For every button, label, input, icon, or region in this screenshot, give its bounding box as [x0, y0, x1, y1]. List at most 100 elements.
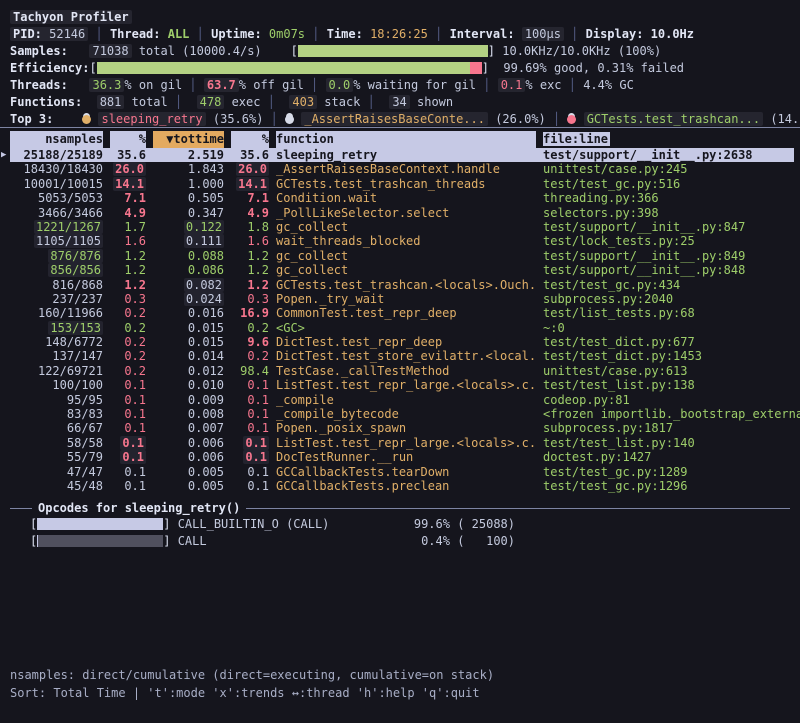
table-row[interactable]: 47/470.10.0050.1GCCallbackTests.tearDown…: [0, 465, 794, 479]
cell-fileline: selectors.py:398: [543, 206, 794, 220]
cell-fileline-value: test/support/__init__.py:848: [543, 263, 745, 277]
cell-function: TestCase._callTestMethod: [276, 364, 536, 378]
cell-nsamples-value: 122/69721: [38, 364, 103, 378]
cell-function-value: _PollLikeSelector.select: [276, 206, 449, 220]
cell-tottime: 0.088: [153, 249, 224, 263]
column-header-function[interactable]: function: [276, 131, 536, 148]
cell-function-value: TestCase._callTestMethod: [276, 364, 449, 378]
cell-tottime-value: 0.015: [188, 335, 224, 349]
table-row[interactable]: 876/8761.20.0881.2gc_collecttest/support…: [0, 249, 794, 263]
cell-pct-direct-value: 0.2: [124, 335, 146, 349]
opcode-name: CALL: [170, 534, 206, 548]
table-row[interactable]: 45/480.10.0050.1GCCallbackTests.preclean…: [0, 479, 794, 493]
opcode-row: [] CALL_BUILTIN_O (CALL)99.6% ( 25088): [10, 516, 790, 533]
table-row[interactable]: 153/1530.20.0150.2<GC>~:0: [0, 321, 794, 335]
table-row[interactable]: 10001/1001514.11.00014.1GCTests.test_tra…: [0, 177, 794, 191]
cell-pct-direct: 0.2: [110, 349, 146, 363]
cell-tottime-value: 0.014: [188, 349, 224, 363]
table-row[interactable]: 816/8681.20.0821.2GCTests.test_trashcan.…: [0, 278, 794, 292]
cell-pct-direct-value: 0.3: [124, 292, 146, 306]
cell-nsamples-value: 153/153: [48, 321, 103, 335]
table-row[interactable]: 1105/11051.60.1111.6wait_threads_blocked…: [0, 234, 794, 248]
cell-function-value: sleeping_retry: [276, 148, 377, 162]
cell-pct-direct-value: 0.2: [124, 349, 146, 363]
cell-pct-direct: 4.9: [110, 206, 146, 220]
column-header-pct-cumulative[interactable]: %: [231, 131, 269, 148]
thread-value[interactable]: ALL: [168, 27, 190, 41]
cell-tottime: 0.008: [153, 407, 224, 421]
cell-pct-direct-value: 26.0: [113, 162, 146, 176]
cell-pct-cumulative-value: 0.1: [247, 479, 269, 493]
cell-nsamples-value: 95/95: [67, 393, 103, 407]
cell-fileline: test/test_list.py:138: [543, 378, 794, 392]
table-row[interactable]: 3466/34664.90.3474.9_PollLikeSelector.se…: [0, 206, 794, 220]
cell-fileline: subprocess.py:1817: [543, 421, 794, 435]
cell-function-value: GCCallbackTests.preclean: [276, 479, 449, 493]
separator: │: [168, 95, 197, 109]
cell-nsamples-value: 237/237: [52, 292, 103, 306]
table-row[interactable]: 83/830.10.0080.1_compile_bytecode<frozen…: [0, 407, 794, 421]
cell-tottime: 0.010: [153, 378, 224, 392]
cell-pct-direct-value: 4.9: [124, 206, 146, 220]
table-row[interactable]: 100/1000.10.0100.1ListTest.test_repr_lar…: [0, 378, 794, 392]
display-value: 10.0Hz: [651, 27, 694, 41]
cell-pct-cumulative-value: 1.6: [247, 234, 269, 248]
stat-value: 0.1: [498, 78, 526, 92]
cell-fileline: test/test_gc.py:1289: [543, 465, 794, 479]
cell-pct-direct: 0.1: [110, 479, 146, 493]
cell-fileline-value: threading.py:366: [543, 191, 659, 205]
cell-fileline: test/test_gc.py:516: [543, 177, 794, 191]
table-row[interactable]: 137/1470.20.0140.2DictTest.test_store_ev…: [0, 349, 794, 363]
table-row[interactable]: 5053/50537.10.5057.1Condition.waitthread…: [0, 191, 794, 205]
table-row[interactable]: 55/790.10.0060.1DocTestRunner.__rundocte…: [0, 450, 794, 464]
cell-nsamples-value: 5053/5053: [38, 191, 103, 205]
table-row[interactable]: 95/950.10.0090.1_compilecodeop.py:81: [0, 393, 794, 407]
cell-function-value: ListTest.test_repr_large.<locals>.c...: [276, 378, 536, 392]
cell-fileline-value: test/test_list.py:138: [543, 378, 695, 392]
column-header-nsamples[interactable]: nsamples: [10, 131, 103, 148]
thread-label: Thread:: [110, 27, 168, 41]
cell-fileline-value: subprocess.py:2040: [543, 292, 673, 306]
table-row[interactable]: 18430/1843026.01.84326.0_AssertRaisesBas…: [0, 162, 794, 176]
table-row[interactable]: 856/8561.20.0861.2gc_collecttest/support…: [0, 263, 794, 277]
rule-segment: [10, 508, 32, 509]
stat-unit: % exc: [525, 78, 561, 92]
cell-function-value: Condition.wait: [276, 191, 377, 205]
cell-fileline: test/test_dict.py:1453: [543, 349, 794, 363]
cell-function-value: _compile_bytecode: [276, 407, 399, 421]
stat-value: 34: [389, 95, 409, 109]
table-row-selected[interactable]: ▶25188/2518935.62.51935.6sleeping_retryt…: [0, 148, 794, 162]
column-header-tottime-sorted[interactable]: ▼tottime: [153, 131, 224, 148]
stat-value: 4.4: [583, 78, 605, 92]
column-header-fileline[interactable]: file:line: [543, 131, 794, 148]
cell-pct-cumulative: 0.3: [231, 292, 269, 306]
table-row[interactable]: 58/580.10.0060.1ListTest.test_repr_large…: [0, 436, 794, 450]
cell-tottime: 0.005: [153, 479, 224, 493]
cell-function: Condition.wait: [276, 191, 536, 205]
cell-tottime: 0.347: [153, 206, 224, 220]
bracket: [: [291, 44, 298, 58]
table-row[interactable]: 148/67720.20.0159.6DictTest.test_repr_de…: [0, 335, 794, 349]
table-row[interactable]: 1221/12671.70.1221.8gc_collecttest/suppo…: [0, 220, 794, 234]
table-row[interactable]: 122/697210.20.01298.4TestCase._callTestM…: [0, 364, 794, 378]
cell-nsamples: 237/237: [10, 292, 103, 306]
cell-function: GCCallbackTests.preclean: [276, 479, 536, 493]
column-header-pct-direct[interactable]: %: [110, 131, 146, 148]
bracket: [: [30, 534, 37, 548]
separator: │: [263, 112, 285, 126]
cell-nsamples-value: 58/58: [67, 436, 103, 450]
table-row[interactable]: 160/119660.20.01616.9CommonTest.test_rep…: [0, 306, 794, 320]
table-row[interactable]: 66/670.10.0070.1Popen._posix_spawnsubpro…: [0, 421, 794, 435]
cell-fileline-value: test/test_dict.py:677: [543, 335, 695, 349]
table-row[interactable]: 237/2370.30.0240.3Popen._try_waitsubproc…: [0, 292, 794, 306]
cell-pct-cumulative: 14.1: [231, 177, 269, 191]
cell-pct-direct: 14.1: [110, 177, 146, 191]
cell-fileline-value: selectors.py:398: [543, 206, 659, 220]
cell-pct-cumulative: 0.1: [231, 393, 269, 407]
interval-label: Interval:: [450, 27, 522, 41]
cell-pct-cumulative: 4.9: [231, 206, 269, 220]
cell-function-value: ListTest.test_repr_large.<locals>.c...: [276, 436, 536, 450]
cell-pct-direct: 0.2: [110, 306, 146, 320]
cell-pct-direct-value: 0.1: [124, 393, 146, 407]
opcode-frequency-bar: [37, 535, 163, 547]
